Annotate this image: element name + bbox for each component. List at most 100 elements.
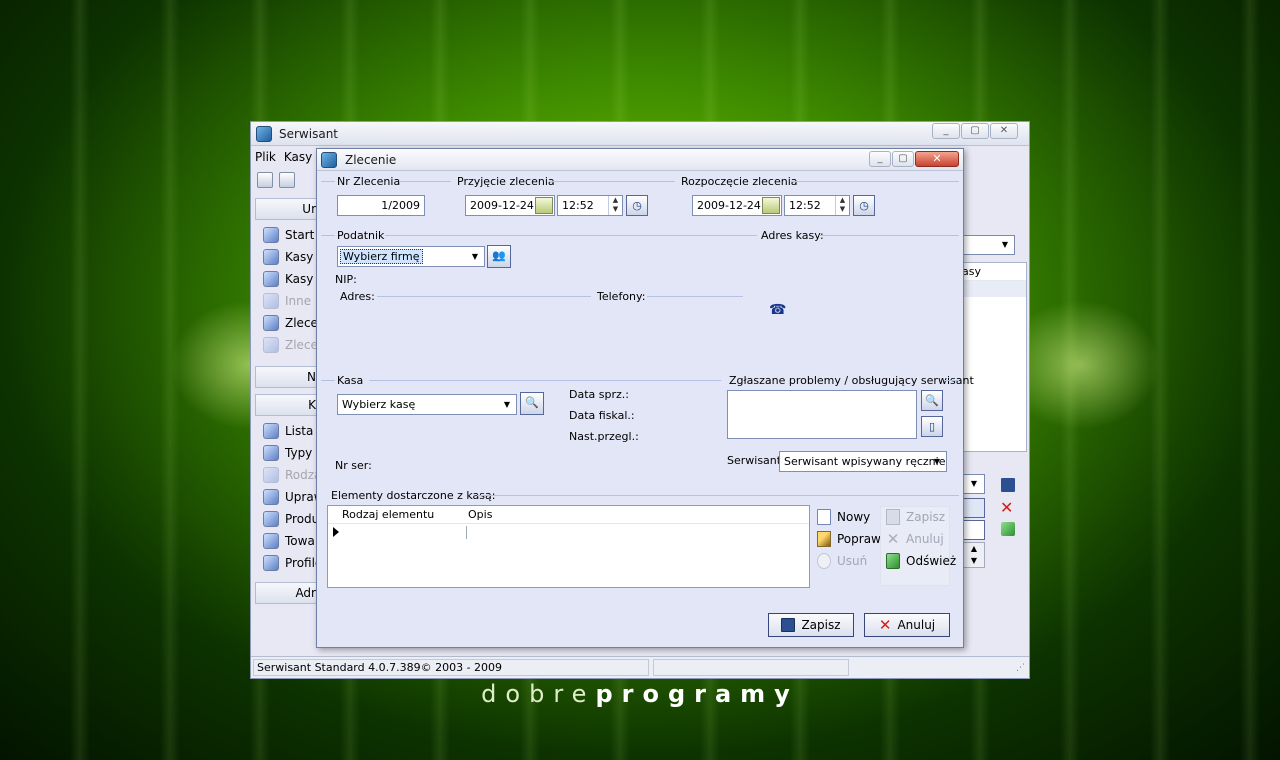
nowy-button[interactable]: Nowy xyxy=(817,507,870,527)
nav-item-producenci[interactable]: Produ xyxy=(255,508,321,530)
chevron-down-icon: ▼ xyxy=(471,252,479,261)
maximize-button[interactable]: ▢ xyxy=(961,123,989,139)
nav-item-zlecenia[interactable]: Zlece xyxy=(255,312,321,334)
save-icon[interactable] xyxy=(1001,478,1015,492)
clock-icon[interactable]: ◷ xyxy=(626,195,648,216)
nav-item-start[interactable]: Start xyxy=(255,224,321,246)
nav-item-kasy-u[interactable]: Kasy u xyxy=(255,268,321,290)
nav-group-head-3[interactable]: K xyxy=(255,394,321,416)
data-sprz-label: Data sprz.: xyxy=(569,388,629,401)
register-icon[interactable] xyxy=(279,172,295,188)
separator xyxy=(945,380,959,381)
spinner[interactable]: ▲ ▼ xyxy=(963,542,985,568)
separator xyxy=(321,181,335,182)
chevron-down-icon: ▼ xyxy=(503,400,511,409)
kasa-combo[interactable]: Wybierz kasę ▼ xyxy=(337,394,517,415)
dialog-minimize-button[interactable]: _ xyxy=(869,151,891,167)
adres-kasy-label: Adres kasy: xyxy=(761,229,824,242)
grid-zapisz-button[interactable]: Zapisz xyxy=(886,507,945,527)
row-indicator-icon xyxy=(333,527,339,537)
profile-icon xyxy=(263,555,279,571)
chevron-down-icon: ▼ xyxy=(1001,240,1009,249)
column-rodzaj-elementu[interactable]: Rodzaj elementu xyxy=(342,508,434,521)
separator xyxy=(647,296,743,297)
clock-icon[interactable]: ◷ xyxy=(853,195,875,216)
nav-item-kasy[interactable]: Kasy xyxy=(255,246,321,268)
search-icon[interactable]: 🔍 xyxy=(921,390,943,411)
nav-item-uprawnienia[interactable]: Upraw xyxy=(255,486,321,508)
menu-plik[interactable]: Plik xyxy=(255,150,276,164)
start-icon xyxy=(263,227,279,243)
nav-item-inne[interactable]: Inne u xyxy=(255,290,321,312)
separator xyxy=(399,181,451,182)
tree-icon xyxy=(263,467,279,483)
right-toolbar: ▼ ▲ ▼ ✕ xyxy=(963,474,1025,574)
right-filter-combo[interactable]: I ▼ xyxy=(957,235,1015,255)
time-spinner[interactable]: ▲ ▼ xyxy=(608,196,622,215)
nav-group-head-2[interactable]: N xyxy=(255,366,321,388)
refresh-icon[interactable] xyxy=(1001,522,1015,536)
nav-group-head-4[interactable]: Adr xyxy=(255,582,321,604)
save-icon xyxy=(886,509,900,525)
close-button[interactable]: ✕ xyxy=(990,123,1018,139)
nav-item-towary[interactable]: Towa xyxy=(255,530,321,552)
rozpoczecie-date-input[interactable]: 2009-12-24 xyxy=(692,195,782,216)
grid-anuluj-button[interactable]: ✕ Anuluj xyxy=(886,529,944,549)
main-menubar: Plik Kasy xyxy=(255,148,312,166)
podatnik-combo[interactable]: Wybierz firmę ▼ xyxy=(337,246,485,267)
right-combo-2[interactable]: ▼ xyxy=(963,474,985,494)
nav-item-zlecenia-2[interactable]: Zlece xyxy=(255,334,321,356)
dialog-maximize-button[interactable]: ▢ xyxy=(892,151,914,167)
search-icon[interactable] xyxy=(963,498,985,518)
column-opis[interactable]: Opis xyxy=(468,508,492,521)
order-dialog: Zlecenie _ ▢ ✕ Nr Zlecenia Przyjęcie zle… xyxy=(316,148,974,648)
anuluj-button[interactable]: ✕ Anuluj xyxy=(864,613,950,637)
adres-label: Adres: xyxy=(340,290,375,303)
elementy-label: Elementy dostarczone z kasą: xyxy=(331,489,496,502)
search-register-icon[interactable]: 🔍 xyxy=(520,392,544,415)
menu-kasy[interactable]: Kasy xyxy=(284,150,312,164)
nav-group-head-1[interactable]: Ur xyxy=(255,198,321,220)
list-item[interactable] xyxy=(958,281,1026,297)
phone-icon: ☎ xyxy=(769,302,787,318)
nr-zlecenia-label: Nr Zlecenia xyxy=(337,175,401,188)
problemy-textarea[interactable] xyxy=(727,390,917,439)
usun-button[interactable]: Usuń xyxy=(817,551,867,571)
nav-item-typy[interactable]: Typy k xyxy=(255,442,321,464)
minimize-button[interactable]: _ xyxy=(932,123,960,139)
nav-item-profile[interactable]: Profile xyxy=(255,552,321,574)
calendar-icon[interactable] xyxy=(535,197,553,214)
kasa-label: Kasa xyxy=(337,374,364,387)
home-icon[interactable] xyxy=(257,172,273,188)
resize-grip-icon[interactable]: ⋰ xyxy=(1016,663,1025,673)
przyjecie-time-input[interactable]: 12:52 ▲ ▼ xyxy=(557,195,623,216)
przyjecie-date-input[interactable]: 2009-12-24 xyxy=(465,195,555,216)
odswiez-button[interactable]: Odśwież xyxy=(886,551,956,571)
serwisant-combo[interactable]: Serwisant wpisywany ręcznie ▼ xyxy=(779,451,947,472)
elementy-grid[interactable]: Rodzaj elementu Opis xyxy=(327,505,810,588)
time-spinner[interactable]: ▲ ▼ xyxy=(835,196,849,215)
delete-icon[interactable]: ✕ xyxy=(1000,498,1013,517)
zapisz-button[interactable]: Zapisz xyxy=(768,613,854,637)
nr-zlecenia-input[interactable]: 1/2009 xyxy=(337,195,425,216)
close-icon: ✕ xyxy=(878,616,892,634)
nav-item-lista-firm[interactable]: Lista F xyxy=(255,420,321,442)
dialog-close-button[interactable]: ✕ xyxy=(915,151,959,167)
goods-icon xyxy=(263,533,279,549)
podatnik-label: Podatnik xyxy=(337,229,385,242)
dialog-title: Zlecenie xyxy=(345,153,397,167)
document-icon[interactable] xyxy=(963,520,985,540)
grid-header: Rodzaj elementu Opis xyxy=(328,506,809,524)
calendar-icon[interactable] xyxy=(762,197,780,214)
order-icon xyxy=(263,315,279,331)
nav-item-rodzaje[interactable]: Rodza xyxy=(255,464,321,486)
statusbar: Serwisant Standard 4.0.7.389© 2003 - 200… xyxy=(251,656,1029,678)
rozpoczecie-time-input[interactable]: 12:52 ▲ ▼ xyxy=(784,195,850,216)
right-list[interactable]: asy xyxy=(957,262,1027,452)
popraw-button[interactable]: Popraw xyxy=(817,529,881,549)
document-icon[interactable]: ▯ xyxy=(921,416,943,437)
select-company-icon[interactable]: 👥 xyxy=(487,245,511,268)
navigation-panel: Ur Start Kasy Kasy u Inne u Zlece Zlece … xyxy=(255,198,321,618)
separator xyxy=(549,181,675,182)
users-icon xyxy=(263,423,279,439)
